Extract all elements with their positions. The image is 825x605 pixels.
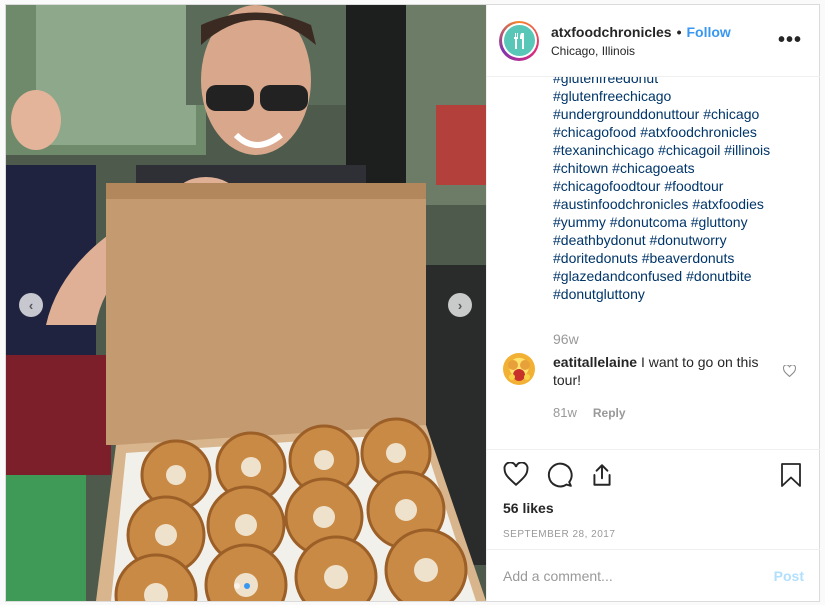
hashtag-link[interactable]: #illinois bbox=[724, 142, 770, 158]
hashtag-line: #yummy #donutcoma #gluttony bbox=[553, 213, 813, 231]
heart-icon[interactable] bbox=[503, 461, 531, 490]
previous-slide-button[interactable]: ‹ bbox=[19, 293, 43, 317]
hashtag-link[interactable]: #chicagofood bbox=[553, 124, 636, 140]
share-icon[interactable] bbox=[589, 462, 617, 490]
reply-button[interactable]: Reply bbox=[593, 405, 626, 420]
hashtag-link[interactable]: #chicagofoodtour bbox=[553, 178, 660, 194]
fork-knife-icon bbox=[503, 25, 535, 56]
hashtag-line: #chicagofood #atxfoodchronicles bbox=[553, 123, 813, 141]
next-slide-button[interactable]: › bbox=[448, 293, 472, 317]
comment-icon[interactable] bbox=[547, 462, 575, 490]
caption-timestamp[interactable]: 96w bbox=[553, 331, 579, 347]
hashtag-link[interactable]: #chicagoil bbox=[658, 142, 720, 158]
comment-timestamp[interactable]: 81w bbox=[553, 405, 577, 420]
hashtag-line: #chicagofoodtour #foodtour bbox=[553, 177, 813, 195]
hashtag-link[interactable]: #donutbite bbox=[686, 268, 751, 284]
hashtag-line: #glutenfreedonut bbox=[553, 77, 813, 87]
follow-button[interactable]: Follow bbox=[687, 24, 731, 40]
hashtag-line: #austinfoodchronicles #atxfoodies bbox=[553, 195, 813, 213]
hashtag-link[interactable]: #glutenfreedonut bbox=[553, 77, 658, 86]
hashtag-link[interactable]: #doritedonuts bbox=[553, 250, 638, 266]
separator-dot: • bbox=[676, 23, 682, 40]
post-details-panel: atxfoodchronicles • Follow Chicago, Illi… bbox=[486, 5, 820, 601]
hashtag-line: #glutenfreechicago bbox=[553, 87, 813, 105]
hashtag-link[interactable]: #chicago bbox=[703, 106, 759, 122]
hashtag-link[interactable]: #austinfoodchronicles bbox=[553, 196, 688, 212]
hashtag-line: #glazedandconfused #donutbite bbox=[553, 267, 813, 285]
hashtag-line: #chitown #chicagoeats bbox=[553, 159, 813, 177]
hashtag-link[interactable]: #glutenfreechicago bbox=[553, 88, 671, 104]
caption-hashtags: #glutenfreedonut #glutenfreechicago #under… bbox=[553, 77, 813, 303]
donut-box-photo bbox=[6, 5, 486, 601]
hashtag-link[interactable]: #glazedandconfused bbox=[553, 268, 682, 284]
post-comment-button[interactable]: Post bbox=[774, 568, 804, 584]
post-location[interactable]: Chicago, Illinois bbox=[551, 44, 731, 58]
slide-dot bbox=[234, 583, 240, 589]
hashtag-line: #deathbydonut #donutworry bbox=[553, 231, 813, 249]
post-header: atxfoodchronicles • Follow Chicago, Illi… bbox=[487, 5, 820, 77]
slide-indicator bbox=[234, 583, 250, 589]
post-photo[interactable]: ‹ › bbox=[6, 5, 486, 601]
likes-count[interactable]: 56 likes bbox=[503, 500, 554, 516]
hashtag-link[interactable]: #atxfoodchronicles bbox=[640, 124, 757, 140]
post-date: SEPTEMBER 28, 2017 bbox=[503, 529, 616, 540]
heart-icon[interactable] bbox=[782, 364, 797, 380]
hashtag-link[interactable]: #foodtour bbox=[664, 178, 723, 194]
hashtag-link[interactable]: #chicagoeats bbox=[612, 160, 695, 176]
hashtag-link[interactable]: #texaninchicago bbox=[553, 142, 654, 158]
hashtag-line: #texaninchicago #chicagoil #illinois bbox=[553, 141, 813, 159]
hashtag-line: #doritedonuts #beaverdonuts bbox=[553, 249, 813, 267]
chevron-right-icon: › bbox=[457, 297, 463, 313]
hashtag-link[interactable]: #donutgluttony bbox=[553, 286, 645, 302]
hashtag-line: #donutgluttony bbox=[553, 285, 813, 303]
hashtag-link[interactable]: #chitown bbox=[553, 160, 608, 176]
post-username[interactable]: atxfoodchronicles bbox=[551, 24, 672, 40]
hashtag-link[interactable]: #deathbydonut bbox=[553, 232, 646, 248]
comments-section[interactable]: #glutenfreedonut #glutenfreechicago #under… bbox=[487, 77, 820, 449]
hashtag-line: #undergrounddonuttour #chicago bbox=[553, 105, 813, 123]
avatar[interactable] bbox=[499, 20, 539, 61]
more-options-icon[interactable]: ••• bbox=[778, 29, 802, 52]
hashtag-link[interactable]: #beaverdonuts bbox=[642, 250, 735, 266]
bookmark-icon[interactable] bbox=[779, 462, 807, 490]
comment-input[interactable] bbox=[503, 567, 774, 584]
hashtag-link[interactable]: #undergrounddonuttour bbox=[553, 106, 699, 122]
instagram-post: ‹ › atxfoodchronicles • Follow Chicago, … bbox=[5, 4, 820, 602]
hashtag-link[interactable]: #yummy bbox=[553, 214, 606, 230]
commenter-username[interactable]: eatitallelaine bbox=[553, 354, 637, 370]
hashtag-link[interactable]: #donutcoma bbox=[610, 214, 687, 230]
hashtag-link[interactable]: #gluttony bbox=[691, 214, 748, 230]
commenter-avatar[interactable] bbox=[503, 353, 535, 385]
hashtag-link[interactable]: #atxfoodies bbox=[692, 196, 764, 212]
action-bar: 56 likes SEPTEMBER 28, 2017 bbox=[487, 449, 820, 545]
add-comment-bar: Post bbox=[487, 549, 820, 601]
slide-dot-active bbox=[244, 583, 250, 589]
hashtag-link[interactable]: #donutworry bbox=[650, 232, 727, 248]
chevron-left-icon: ‹ bbox=[28, 297, 34, 313]
